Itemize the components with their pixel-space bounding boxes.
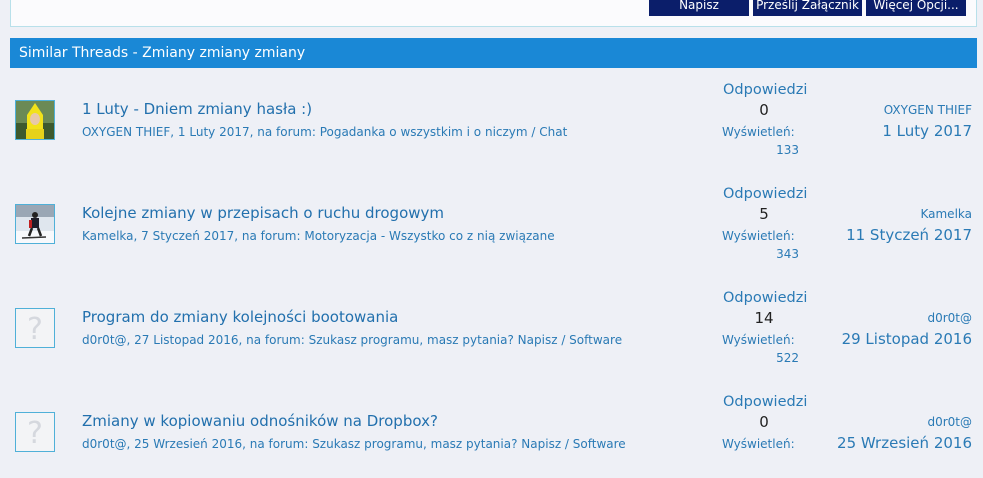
svg-text:?: ? [27, 416, 43, 451]
last-post-user-link[interactable]: Kamelka [920, 207, 972, 221]
thread-meta: Kamelka, 7 Styczeń 2017, na forum: Motor… [82, 229, 555, 243]
forum-prefix: , na forum: [242, 437, 313, 451]
views-count: 133 [776, 143, 799, 157]
thread-title-link[interactable]: Kolejne zmiany w przepisach o ruchu drog… [82, 204, 444, 222]
forum-prefix: , na forum: [249, 125, 320, 139]
author-link[interactable]: d0r0t@ [82, 437, 127, 451]
author-link[interactable]: OXYGEN THIEF [82, 125, 170, 139]
replies-label: Odpowiedzi [723, 82, 808, 98]
reply-button[interactable]: Napisz [649, 0, 749, 16]
replies-label: Odpowiedzi [723, 394, 808, 410]
thread-row: Kolejne zmiany w przepisach o ruchu drog… [14, 174, 976, 270]
skier-avatar[interactable] [15, 204, 55, 244]
forum-link[interactable]: Pogadanka o wszystkim i o niczym / Chat [320, 125, 568, 139]
thread-title-link[interactable]: Zmiany w kopiowaniu odnośników na Dropbo… [82, 412, 438, 430]
thread-date: 25 Wrzesień 2016 [134, 437, 243, 451]
last-post-user-link[interactable]: d0r0t@ [927, 415, 972, 429]
last-post-date-link[interactable]: 25 Wrzesień 2016 [837, 434, 972, 452]
thread-title-link[interactable]: Program do zmiany kolejności bootowania [82, 308, 398, 326]
views-label: Wyświetleń: [722, 437, 795, 451]
views-label: Wyświetleń: [722, 333, 795, 347]
replies-count: 14 [754, 309, 774, 327]
replies-label: Odpowiedzi [723, 290, 808, 306]
views-count: 343 [776, 247, 799, 261]
last-post-date-link[interactable]: 1 Luty 2017 [882, 122, 972, 140]
views-count: 522 [776, 351, 799, 365]
thread-date: 7 Styczeń 2017 [141, 229, 235, 243]
last-post-user-link[interactable]: d0r0t@ [927, 311, 972, 325]
thread-meta: OXYGEN THIEF, 1 Luty 2017, na forum: Pog… [82, 125, 568, 139]
views-label: Wyświetleń: [722, 229, 795, 243]
thread-row: ? Program do zmiany kolejności bootowani… [14, 278, 976, 374]
replies-label: Odpowiedzi [723, 186, 808, 202]
author-link[interactable]: Kamelka [82, 229, 134, 243]
thread-title-link[interactable]: 1 Luty - Dniem zmiany hasła :) [82, 100, 312, 118]
upload-attachment-button[interactable]: Prześlij Załącznik [753, 0, 862, 16]
more-options-button[interactable]: Więcej Opcji... [866, 0, 966, 16]
replies-count: 0 [759, 101, 769, 119]
svg-text:?: ? [27, 312, 43, 347]
thread-meta: d0r0t@, 27 Listopad 2016, na forum: Szuk… [82, 333, 623, 347]
replies-count: 5 [759, 205, 769, 223]
thread-date: 27 Listopad 2016 [134, 333, 239, 347]
last-post-date-link[interactable]: 11 Styczeń 2017 [846, 226, 972, 244]
forum-prefix: , na forum: [238, 333, 309, 347]
default-avatar-icon[interactable]: ? [15, 412, 55, 452]
yellow-costume-avatar[interactable] [15, 100, 55, 140]
author-link[interactable]: d0r0t@ [82, 333, 127, 347]
views-label: Wyświetleń: [722, 125, 795, 139]
replies-count: 0 [759, 413, 769, 431]
thread-row: ? Zmiany w kopiowaniu odnośników na Drop… [14, 382, 976, 478]
similar-threads-header: Similar Threads - Zmiany zmiany zmiany [10, 38, 977, 68]
forum-link[interactable]: Motoryzacja - Wszystko co z nią związane [304, 229, 554, 243]
forum-prefix: , na forum: [234, 229, 305, 243]
thread-row: 1 Luty - Dniem zmiany hasła :) OXYGEN TH… [14, 70, 976, 166]
thread-date: 1 Luty 2017 [177, 125, 250, 139]
last-post-date-link[interactable]: 29 Listopad 2016 [842, 330, 972, 348]
default-avatar-icon[interactable]: ? [15, 308, 55, 348]
thread-meta: d0r0t@, 25 Wrzesień 2016, na forum: Szuk… [82, 437, 626, 451]
forum-link[interactable]: Szukasz programu, masz pytania? Napisz /… [312, 437, 626, 451]
last-post-user-link[interactable]: OXYGEN THIEF [884, 103, 972, 117]
forum-link[interactable]: Szukasz programu, masz pytania? Napisz /… [309, 333, 623, 347]
